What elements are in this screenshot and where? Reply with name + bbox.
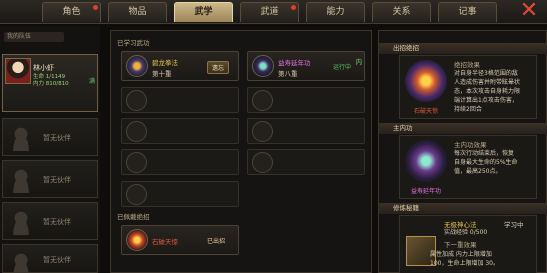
trick-detail-box: 石破天惊 绝招效果 对自身半径3格范围的敌 人造成伤害并附带眩晕状 态，本次攻击… bbox=[399, 55, 537, 119]
skill-card[interactable]: 碧龙拳法 第十重 遗忘 bbox=[121, 51, 239, 81]
empty-skill-slot[interactable] bbox=[121, 181, 239, 207]
notification-dot bbox=[93, 5, 98, 10]
skill-card[interactable]: 益寿延年功 第八重 运行中 内 bbox=[247, 51, 365, 81]
manual-next-text: 属性加成 内力上限增加 100，生命上限增加 30。 bbox=[430, 251, 499, 267]
inner-header: 主内功 bbox=[379, 123, 547, 134]
hero-mp: 内力 810/810 bbox=[33, 81, 69, 87]
team-caption: 我的队伍 bbox=[4, 32, 64, 42]
empty-skill-slot[interactable] bbox=[247, 87, 365, 113]
empty-skill-slot[interactable] bbox=[247, 149, 365, 175]
person-silhouette-icon bbox=[9, 125, 33, 151]
close-icon[interactable]: ✕ bbox=[518, 0, 540, 23]
trick-card[interactable]: 石破天惊 已出招 bbox=[121, 225, 239, 255]
empty-skill-slot[interactable] bbox=[121, 118, 239, 144]
empty-skill-slot[interactable] bbox=[121, 87, 239, 113]
inner-skill-icon bbox=[405, 140, 447, 182]
notification-dot bbox=[291, 5, 296, 10]
equipped-title: 已佩戴绝招 bbox=[117, 213, 150, 221]
inner-mark: 内 bbox=[355, 58, 363, 66]
tab-martial-way[interactable]: 武道 bbox=[240, 2, 299, 22]
manual-detail-box[interactable]: 无极神心法 学习中 实战经验 0/500 下一重效果 属性加成 内力上限增加 1… bbox=[399, 215, 537, 273]
avatar bbox=[5, 58, 31, 84]
person-silhouette-icon bbox=[9, 251, 33, 273]
tab-martial-arts[interactable]: 武学 bbox=[174, 2, 233, 22]
team-slot-empty[interactable]: 暂无伙伴 bbox=[2, 160, 98, 198]
team-slot-empty[interactable]: 暂无伙伴 bbox=[2, 118, 98, 156]
tab-character[interactable]: 角色 bbox=[42, 2, 101, 22]
skills-panel: 已学习武功 碧龙拳法 第十重 遗忘 益寿延年功 第八重 运行中 内 已佩戴绝招 … bbox=[110, 30, 372, 273]
inner-effect-text: 每次行动结束后，恢复 自身最大生命的5%生命 值，最高250点。 bbox=[454, 150, 518, 175]
spear-skill-icon bbox=[126, 55, 148, 77]
team-slot-empty[interactable]: 暂无伙伴 bbox=[2, 202, 98, 240]
person-silhouette-icon bbox=[9, 209, 33, 235]
trick-status: 已出招 bbox=[206, 238, 225, 245]
trick-effect-text: 对自身半径3格范围的敌 人造成伤害并附带眩晕状 态，本次攻击自身耗力限 端计算出… bbox=[454, 70, 521, 113]
tab-items[interactable]: 物品 bbox=[108, 2, 167, 22]
burst-trick-icon bbox=[126, 229, 148, 251]
empty-skill-slot[interactable] bbox=[247, 118, 365, 144]
team-slot-empty[interactable]: 暂无伙伴 bbox=[2, 244, 98, 273]
hero-card[interactable]: 林小虾 生命 1/1149 内力 810/810 满 bbox=[2, 54, 98, 112]
tab-abilities[interactable]: 能力 bbox=[306, 2, 365, 22]
team-list: 我的队伍 林小虾 生命 1/1149 内力 810/810 满 暂无伙伴 暂无伙… bbox=[0, 26, 100, 273]
inner-skill-icon bbox=[252, 55, 274, 77]
inner-detail-box: 益寿延年功 主内功效果 每次行动结束后，恢复 自身最大生命的5%生命 值，最高2… bbox=[399, 135, 537, 199]
learned-title: 已学习武功 bbox=[117, 39, 150, 47]
tab-journal[interactable]: 记事 bbox=[438, 2, 497, 22]
running-status: 运行中 bbox=[332, 64, 351, 71]
tab-bar: 角色 物品 武学 武道 能力 关系 记事 ✕ bbox=[0, 0, 547, 24]
detail-panel: 出招绝招 石破天惊 绝招效果 对自身半径3格范围的敌 人造成伤害并附带眩晕状 态… bbox=[378, 30, 547, 273]
empty-skill-slot[interactable] bbox=[121, 149, 239, 175]
hero-state: 满 bbox=[89, 78, 96, 85]
burst-trick-icon bbox=[405, 60, 447, 102]
manual-header: 修炼秘籍 bbox=[379, 203, 547, 214]
trick-header: 出招绝招 bbox=[379, 43, 547, 54]
forget-button[interactable]: 遗忘 bbox=[206, 61, 229, 74]
person-silhouette-icon bbox=[9, 167, 33, 193]
tab-relations[interactable]: 关系 bbox=[372, 2, 431, 22]
